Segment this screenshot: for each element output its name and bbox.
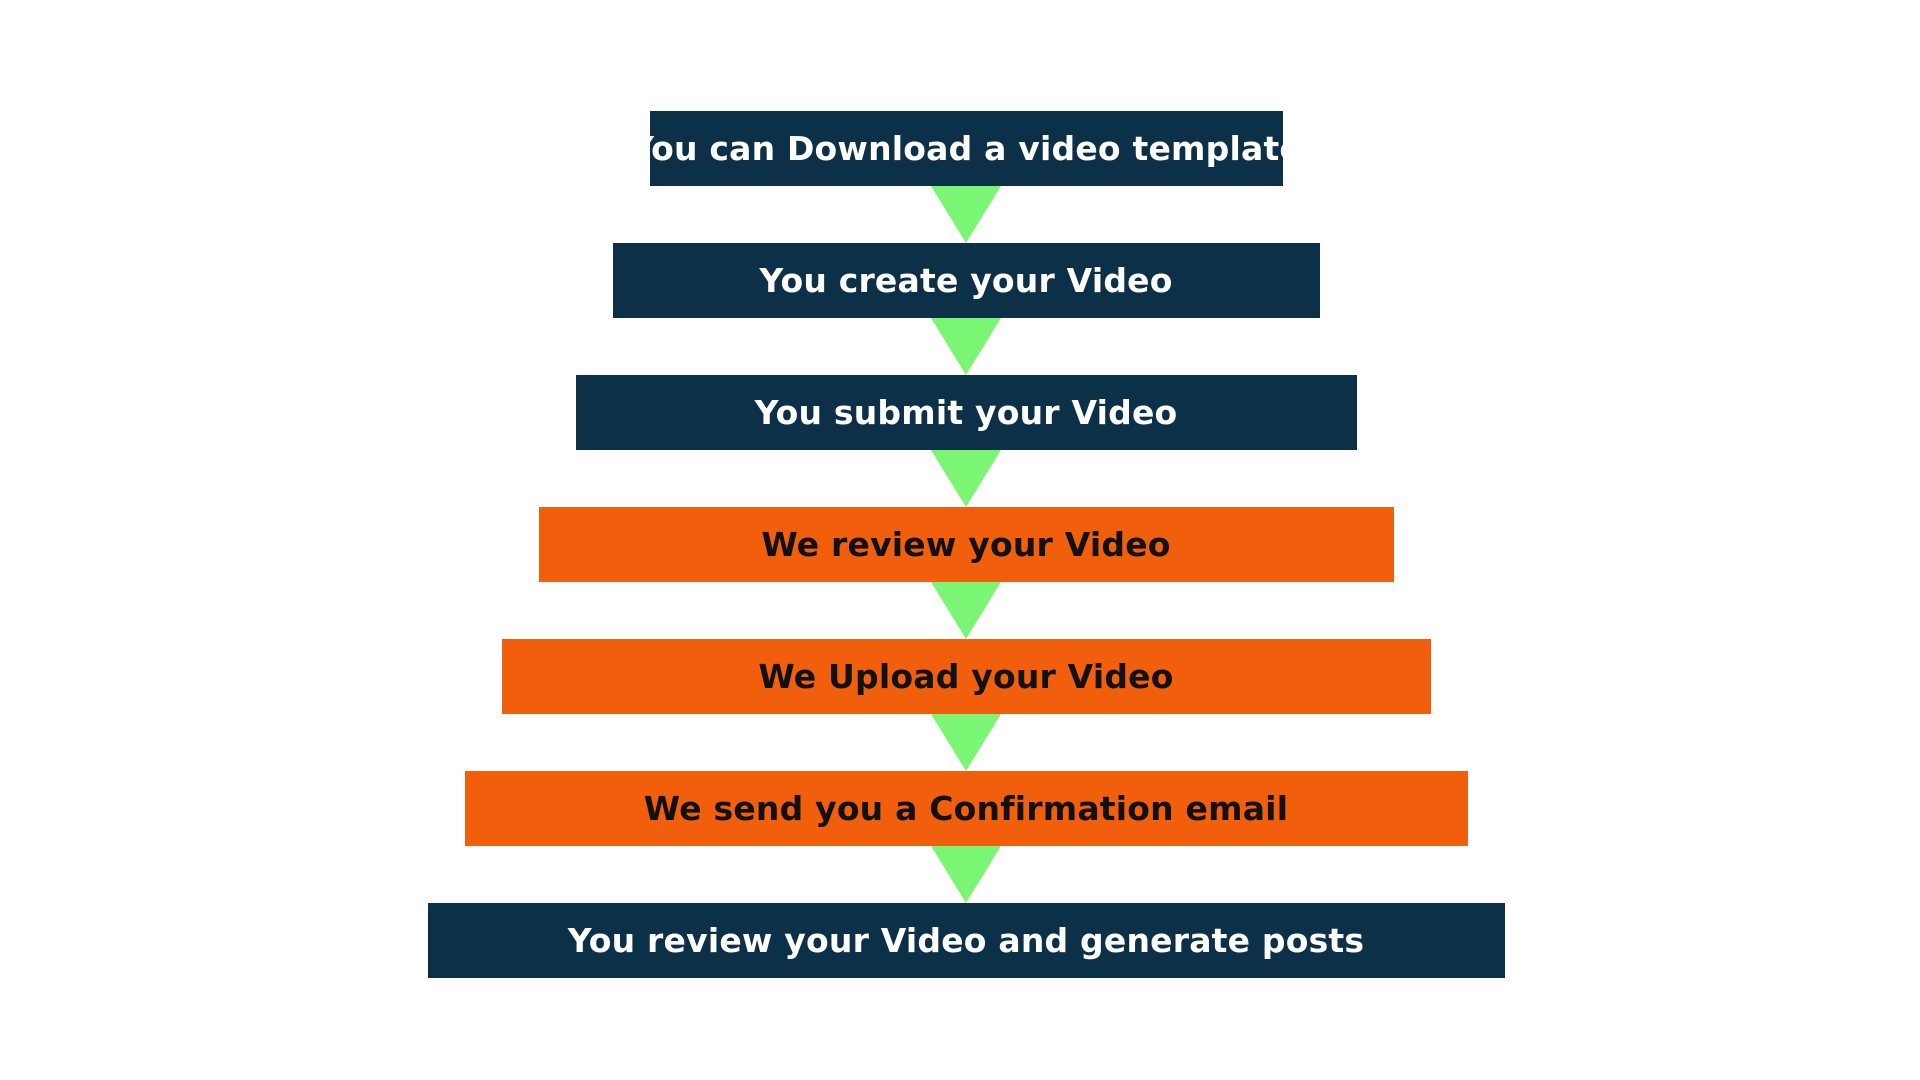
down-triangle-icon <box>931 846 1001 903</box>
step-label: We send you a Confirmation email <box>643 789 1289 828</box>
step-upload-video: We Upload your Video <box>501 639 1431 714</box>
process-flow-diagram: You can Download a video template You cr… <box>0 0 1920 1080</box>
down-triangle-icon <box>931 582 1001 639</box>
step-label: You can Download a video template <box>630 129 1302 168</box>
step-label: We review your Video <box>761 525 1171 564</box>
step-create-video: You create your Video <box>612 243 1320 318</box>
step-label: We Upload your Video <box>758 657 1174 696</box>
step-review-and-generate-posts: You review your Video and generate posts <box>427 903 1505 978</box>
down-triangle-icon <box>931 714 1001 771</box>
down-triangle-icon <box>931 318 1001 375</box>
step-review-video: We review your Video <box>538 507 1394 582</box>
step-download-template: You can Download a video template <box>630 111 1302 186</box>
step-label: You create your Video <box>759 261 1173 300</box>
step-label: You review your Video and generate posts <box>567 921 1365 960</box>
down-triangle-icon <box>931 186 1001 243</box>
step-submit-video: You submit your Video <box>575 375 1357 450</box>
step-label: You submit your Video <box>754 393 1178 432</box>
down-triangle-icon <box>931 450 1001 507</box>
step-confirmation-email: We send you a Confirmation email <box>464 771 1468 846</box>
